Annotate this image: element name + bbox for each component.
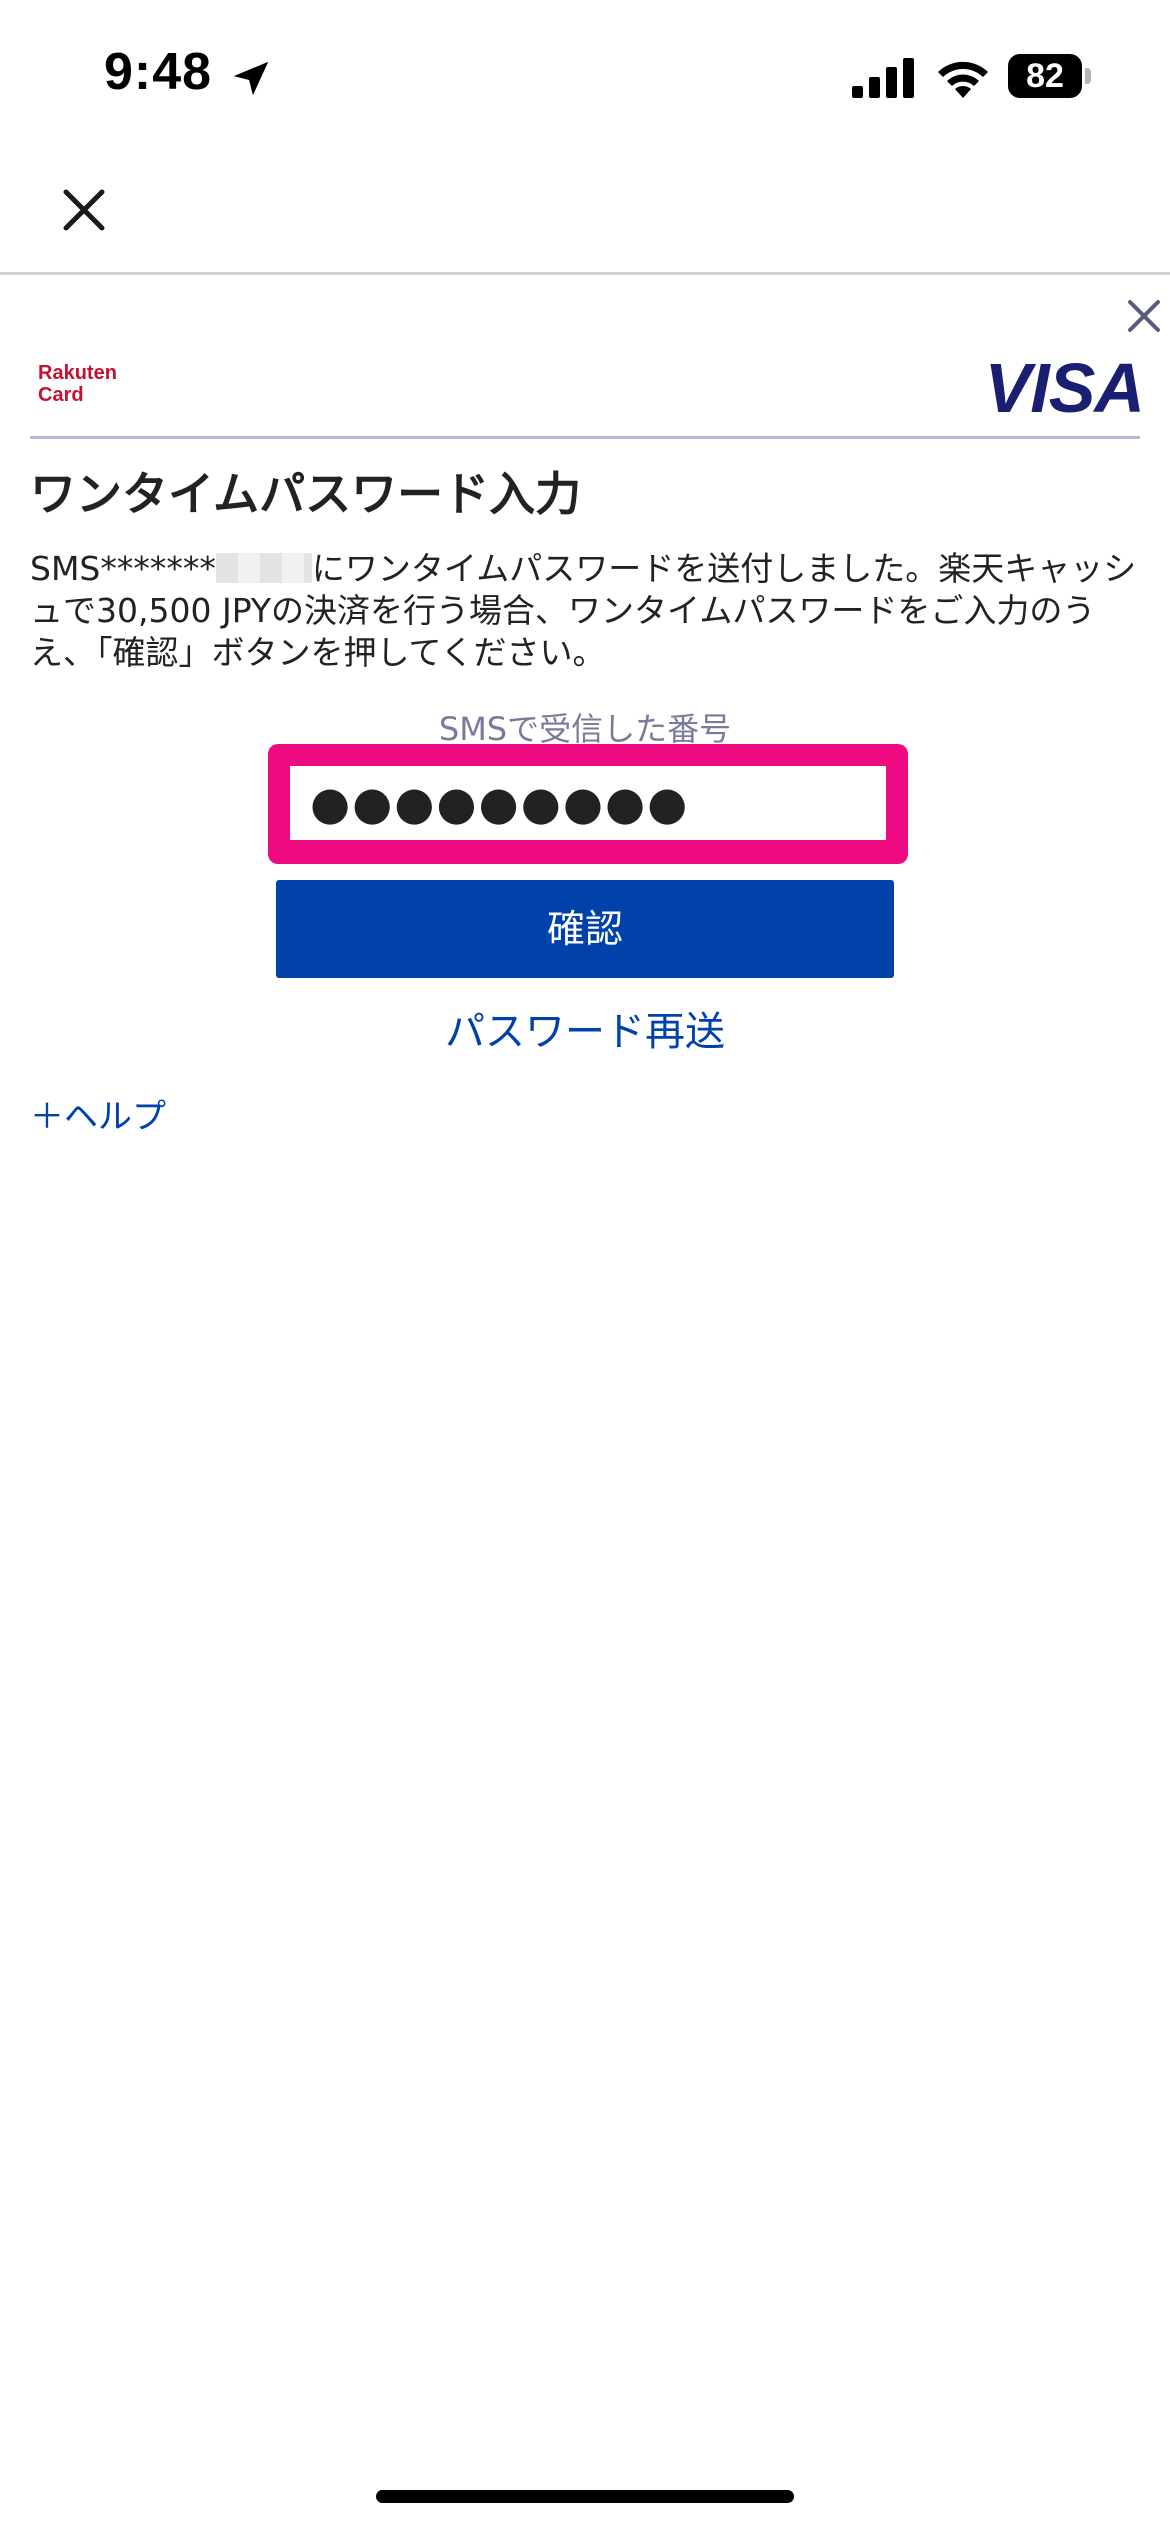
frame-close-icon[interactable] <box>1124 296 1164 336</box>
battery-icon: 82 <box>1008 54 1091 100</box>
otp-input[interactable] <box>290 766 886 840</box>
nav-divider <box>0 272 1170 275</box>
frame-divider <box>30 436 1140 439</box>
masked-phone-prefix: SMS******* <box>30 549 216 588</box>
status-bar: 9:48 82 <box>0 0 1170 150</box>
page-title: ワンタイムパスワード入力 <box>30 467 582 521</box>
wifi-icon <box>938 61 988 98</box>
location-arrow-icon <box>233 61 269 96</box>
home-indicator <box>376 2490 794 2503</box>
otp-description: SMS******* にワンタイムパスワードを送付しました。楽天キャッシュで30,… <box>30 548 1140 674</box>
battery-cap <box>1085 68 1091 84</box>
confirm-button[interactable]: 確認 <box>276 880 894 978</box>
resend-password-link[interactable]: パスワード再送 <box>276 1000 894 1064</box>
rakuten-card-logo: Rakuten Card <box>38 362 117 406</box>
help-link[interactable]: ＋ヘルプ <box>30 1088 166 1146</box>
status-time: 9:48 <box>104 43 213 101</box>
visa-logo: VISA <box>984 349 1145 427</box>
battery-level: 82 <box>1008 54 1082 98</box>
redacted-phone-number <box>215 553 312 583</box>
cellular-signal-icon <box>852 58 914 98</box>
close-icon[interactable] <box>54 180 114 240</box>
